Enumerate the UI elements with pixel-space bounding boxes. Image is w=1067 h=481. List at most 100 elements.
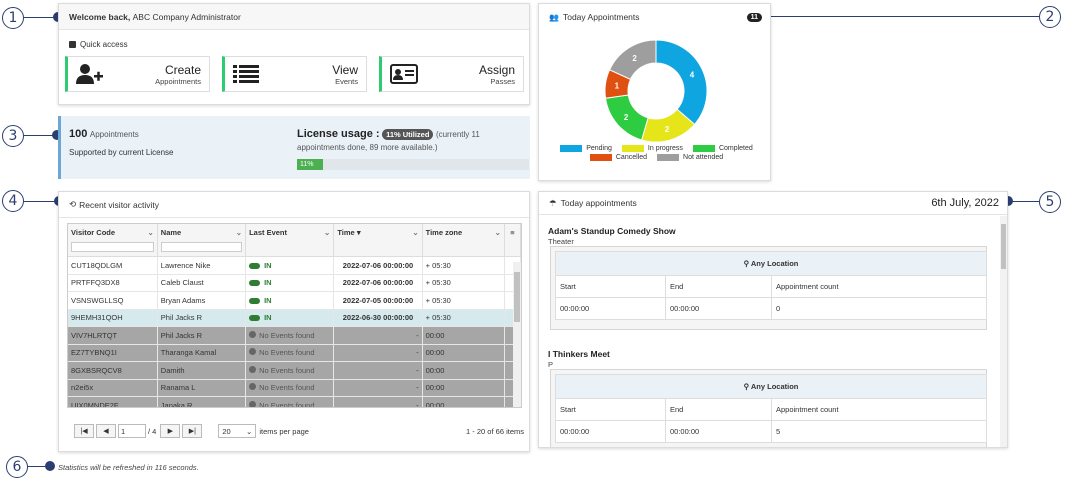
end-value: 00:00:00 — [665, 420, 772, 443]
info-icon — [249, 348, 257, 356]
timezone-cell: + 05:30 — [422, 309, 505, 327]
location-cell: ⚲ Any Location — [555, 251, 987, 276]
events-header: ☂ Today appointments 6th July, 2022 — [539, 192, 1007, 215]
events-date: 6th July, 2022 — [931, 197, 999, 209]
legend-label: Cancelled — [615, 154, 648, 161]
visitor-code-cell: CUT18QDLGM — [68, 256, 158, 275]
timezone-cell: 00:00 — [422, 326, 505, 345]
event-venue: P — [548, 360, 554, 369]
table-row[interactable]: 8GXBSRQCV8 Damith No Events found - 00:0… — [68, 361, 521, 380]
event-text: IN — [264, 260, 272, 270]
create-sub: Appointments — [155, 76, 201, 86]
first-page-button[interactable]: |◀ — [74, 424, 94, 438]
table-row[interactable]: CUT18QDLGM Lawrence Nike IN 2022-07-06 0… — [68, 256, 521, 275]
name-cell: Damith — [157, 361, 247, 380]
chart-header: 👥 Today Appointments 11 — [539, 4, 770, 30]
name-cell: Tharanga Kamal — [157, 344, 247, 362]
event-text: No Events found — [259, 400, 315, 408]
scrollbar-thumb[interactable] — [1001, 224, 1006, 269]
pie-slice-pending[interactable] — [655, 39, 708, 126]
recent-activity-panel: ⟲ Recent visitor activity Visitor Code ⌄ … — [58, 191, 530, 452]
event-text: No Events found — [259, 383, 315, 393]
refresh-status: Statistics will be refreshed in 116 seco… — [58, 463, 199, 472]
create-label: Create — [164, 62, 201, 77]
timezone-cell: 00:00 — [422, 396, 505, 407]
legend-item[interactable]: Completed — [692, 145, 753, 152]
legend-item[interactable]: In progress — [621, 145, 683, 152]
name-filter-input[interactable] — [160, 242, 243, 252]
table-row[interactable]: 9HEMH31QOH Phil Jacks R IN 2022-06-30 00… — [68, 309, 521, 327]
end-header: End — [665, 275, 772, 298]
legend-item[interactable]: Pending — [560, 145, 612, 152]
legend-swatch — [692, 145, 715, 152]
toggle-on-icon — [249, 297, 261, 304]
chevron-down-icon[interactable]: ⌄ — [495, 228, 501, 237]
name-cell: Ranama L — [157, 379, 247, 397]
activity-grid: Visitor Code ⌄ Name ⌄ Last Event ⌄ Time ▾ ⌄ … — [67, 223, 522, 408]
license-supported: Supported by current License — [69, 148, 174, 157]
visitor-code-cell: n2ei5x — [68, 379, 158, 397]
column-menu-button[interactable]: ≡ — [504, 224, 521, 257]
col-last-event[interactable]: Last Event ⌄ — [245, 224, 335, 257]
event-text: IN — [264, 313, 272, 323]
last-page-button[interactable]: ▶| — [182, 424, 203, 438]
welcome-header: Welcome back, ABC Company Administrator — [59, 4, 529, 30]
chevron-down-icon[interactable]: ⌄ — [147, 228, 153, 237]
page-size-value: 20 — [222, 427, 231, 436]
chevron-down-icon[interactable]: ⌄ — [324, 228, 330, 237]
visitor-code-cell: VSNSWGLLSQ — [68, 291, 158, 310]
col-timezone[interactable]: Time zone ⌄ — [422, 224, 505, 257]
assign-passes-button[interactable]: Assign Passes — [379, 56, 524, 92]
last-event-cell: No Events found — [245, 326, 335, 345]
create-appointments-button[interactable]: Create Appointments — [65, 56, 210, 92]
events-scrollbar[interactable] — [1000, 216, 1007, 447]
name-cell: Bryan Adams — [157, 291, 247, 310]
chevron-down-icon[interactable]: ⌄ — [236, 228, 242, 237]
assign-label: Assign — [478, 62, 515, 77]
table-row[interactable]: UIX0MNDE2F Janaka R No Events found - 00… — [68, 396, 521, 408]
table-row[interactable]: EZ7TYBNQ1I Tharanga Kamal No Events foun… — [68, 344, 521, 362]
event-table: ⚲ Any Location Start End Appointment count… — [555, 251, 987, 320]
slice-label: 1 — [615, 81, 620, 90]
vertical-scrollbar[interactable] — [513, 262, 521, 407]
sort-desc-icon[interactable]: ▾ — [357, 228, 361, 237]
visitor-code-filter-input[interactable] — [71, 242, 154, 252]
view-events-button[interactable]: View Events — [222, 56, 367, 92]
next-page-button[interactable]: ▶ — [160, 424, 181, 438]
legend-item[interactable]: Cancelled — [589, 154, 648, 161]
time-cell: 2022-06-30 00:00:00 — [333, 309, 423, 327]
page-input[interactable]: 1 — [118, 424, 146, 438]
col-time[interactable]: Time ▾ ⌄ — [333, 224, 423, 257]
legend-swatch — [657, 154, 680, 161]
toggle-on-icon — [249, 315, 261, 322]
start-header: Start — [555, 275, 666, 298]
prev-page-button[interactable]: ◀ — [96, 424, 116, 438]
col-label: Time — [337, 228, 355, 237]
page-size-label: items per page — [259, 426, 309, 436]
table-row[interactable]: n2ei5x Ranama L No Events found - 00:00 — [68, 379, 521, 397]
end-value: 00:00:00 — [665, 297, 772, 320]
info-icon — [249, 383, 257, 391]
legend-item[interactable]: Not attended — [657, 154, 723, 161]
chevron-down-icon[interactable]: ⌄ — [412, 228, 418, 237]
scrollbar-thumb[interactable] — [514, 272, 520, 322]
last-event-cell: IN — [245, 309, 335, 327]
event-text: No Events found — [259, 365, 315, 375]
table-row[interactable]: VIV7HLRTQT Phil Jacks R No Events found … — [68, 326, 521, 345]
col-name[interactable]: Name ⌄ — [157, 224, 247, 257]
appointment-count-label: Appointments — [89, 130, 139, 139]
col-visitor-code[interactable]: Visitor Code ⌄ — [68, 224, 158, 257]
view-sub: Events — [335, 76, 358, 86]
table-row[interactable]: VSNSWGLLSQ Bryan Adams IN 2022-07-05 00:… — [68, 291, 521, 310]
today-events-panel: ☂ Today appointments 6th July, 2022 Adam… — [538, 191, 1008, 448]
time-cell: 2022-07-06 00:00:00 — [333, 274, 423, 292]
table-row[interactable]: PRTFFQ3DX8 Caleb Claust IN 2022-07-06 00… — [68, 274, 521, 292]
last-event-cell: IN — [245, 274, 335, 292]
legend-swatch — [589, 154, 612, 161]
event-venue: Theater — [548, 237, 574, 246]
external-link-icon — [69, 41, 76, 48]
col-label: Time zone — [425, 228, 463, 237]
history-icon: ⟲ — [69, 199, 77, 209]
page-size-select[interactable]: 20 ⌄ — [218, 424, 257, 438]
callout-4: 4 — [2, 190, 24, 212]
